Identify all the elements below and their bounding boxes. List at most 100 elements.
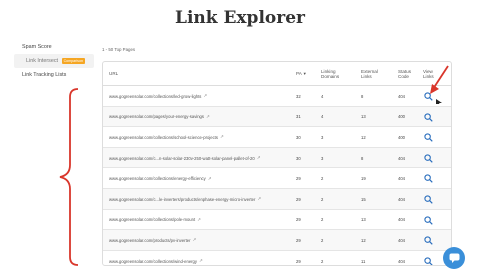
table-row: www.gogreensolar.com/collections/school-…	[103, 127, 451, 148]
url-link[interactable]: www.gogreensolar.com/collections/led-gro…	[109, 94, 201, 99]
url-cell[interactable]: www.gogreensolar.com/pages/your-energy-s…	[109, 107, 210, 128]
comparison-badge: Comparison	[61, 57, 85, 64]
status-code-cell: 404	[398, 93, 405, 99]
url-link[interactable]: www.gogreensolar.com/collections/energy-…	[109, 176, 206, 181]
annotation-bracket	[59, 88, 79, 266]
pa-cell: 29	[296, 196, 301, 202]
external-links-cell: 11	[361, 258, 366, 264]
header-pa[interactable]: PA ▼	[296, 62, 307, 86]
page-title: Link Explorer	[175, 8, 305, 28]
external-link-icon[interactable]: ↗	[220, 134, 224, 140]
table-row: www.gogreensolar.com/c...n-solar-solar-2…	[103, 147, 451, 169]
search-icon[interactable]	[424, 236, 433, 245]
external-link-icon[interactable]: ↗	[257, 196, 261, 202]
external-link-icon[interactable]: ↗	[197, 217, 201, 223]
sidebar-item-label: Link Intersect	[26, 58, 59, 64]
url-cell[interactable]: www.gogreensolar.com/products/pv-inverte…	[109, 230, 196, 251]
status-code-cell: 404	[398, 217, 405, 223]
status-code-cell: 404	[398, 237, 405, 243]
top-pages-table: URL PA ▼ Linking Domains External Links …	[102, 61, 452, 266]
results-range: 1 - 50	[102, 47, 114, 52]
url-link[interactable]: www.gogreensolar.com/c...le-inverters/pr…	[109, 197, 255, 202]
table-row: www.gogreensolar.com/collections/led-gro…	[103, 86, 451, 107]
pa-cell: 29	[296, 217, 301, 223]
cursor-icon	[436, 99, 442, 104]
url-cell[interactable]: www.gogreensolar.com/collections/wind-en…	[109, 251, 203, 265]
external-link-icon[interactable]: ↗	[257, 155, 261, 161]
external-link-icon[interactable]: ↗	[208, 176, 212, 182]
search-icon[interactable]	[424, 195, 433, 204]
external-link-icon[interactable]: ↗	[203, 93, 207, 99]
pa-cell: 31	[296, 114, 301, 120]
linking-domains-cell: 2	[321, 176, 324, 182]
search-icon[interactable]	[424, 112, 433, 122]
header-pa-label: PA	[296, 71, 302, 77]
external-links-cell: 13	[361, 217, 366, 223]
status-code-cell: 404	[398, 258, 405, 264]
linking-domains-cell: 3	[321, 134, 324, 140]
status-code-cell: 400	[398, 114, 405, 120]
chat-icon	[449, 253, 459, 263]
status-code-cell: 404	[398, 155, 405, 161]
url-cell[interactable]: www.gogreensolar.com/collections/pole-mo…	[109, 210, 201, 231]
external-links-cell: 12	[361, 134, 366, 140]
results-count: 1 - 50 Top Pages	[102, 47, 135, 52]
sidebar-item-label: Link Tracking Lists	[22, 72, 67, 78]
pa-cell: 32	[296, 93, 301, 99]
url-link[interactable]: www.gogreensolar.com/products/pv-inverte…	[109, 238, 190, 243]
linking-domains-cell: 3	[321, 155, 324, 161]
linking-domains-cell: 2	[321, 237, 324, 243]
search-icon[interactable]	[424, 174, 433, 184]
sidebar: Spam Score Link Intersect Comparison Lin…	[14, 38, 94, 82]
header-external-links[interactable]: External Links	[361, 62, 387, 86]
url-link[interactable]: www.gogreensolar.com/collections/wind-en…	[109, 259, 197, 264]
linking-domains-cell: 4	[321, 114, 324, 120]
external-link-icon[interactable]: ↗	[192, 237, 196, 243]
url-link[interactable]: www.gogreensolar.com/collections/pole-mo…	[109, 217, 195, 222]
external-links-cell: 12	[361, 237, 366, 243]
search-icon[interactable]	[424, 215, 433, 225]
url-link[interactable]: www.gogreensolar.com/collections/school-…	[109, 135, 218, 140]
table-body: www.gogreensolar.com/collections/led-gro…	[103, 86, 451, 266]
table-row: www.gogreensolar.com/pages/your-energy-s…	[103, 106, 451, 128]
search-icon[interactable]	[424, 154, 433, 163]
chat-button[interactable]	[443, 247, 465, 269]
sidebar-item-link-tracking-lists[interactable]: Link Tracking Lists	[14, 68, 94, 82]
table-row: www.gogreensolar.com/c...le-inverters/pr…	[103, 188, 451, 210]
linking-domains-cell: 2	[321, 258, 324, 264]
table-row: www.gogreensolar.com/products/pv-inverte…	[103, 230, 451, 251]
sidebar-item-spam-score[interactable]: Spam Score	[14, 40, 94, 54]
linking-domains-cell: 2	[321, 196, 324, 202]
external-links-cell: 15	[361, 196, 366, 202]
external-links-cell: 8	[361, 155, 364, 161]
header-url[interactable]: URL	[109, 62, 118, 86]
pa-cell: 29	[296, 237, 301, 243]
status-code-cell: 400	[398, 134, 405, 140]
table-header: URL PA ▼ Linking Domains External Links …	[103, 62, 451, 86]
pa-cell: 30	[296, 155, 301, 161]
url-cell[interactable]: www.gogreensolar.com/collections/school-…	[109, 127, 224, 148]
url-link[interactable]: www.gogreensolar.com/pages/your-energy-s…	[109, 114, 204, 119]
search-icon[interactable]	[424, 257, 433, 266]
url-cell[interactable]: www.gogreensolar.com/collections/energy-…	[109, 168, 212, 189]
sidebar-item-link-intersect[interactable]: Link Intersect Comparison	[14, 54, 94, 68]
status-code-cell: 404	[398, 196, 405, 202]
header-linking-domains[interactable]: Linking Domains	[321, 62, 351, 86]
url-link[interactable]: www.gogreensolar.com/c...n-solar-solar-2…	[109, 156, 255, 161]
external-link-icon[interactable]: ↗	[206, 114, 210, 120]
pa-cell: 29	[296, 176, 301, 182]
sort-down-icon: ▼	[302, 70, 307, 76]
table-row: www.gogreensolar.com/collections/pole-mo…	[103, 210, 451, 231]
external-link-icon[interactable]: ↗	[199, 258, 203, 264]
search-icon[interactable]	[424, 133, 433, 142]
header-status-code[interactable]: Status Code	[398, 62, 418, 86]
table-row: www.gogreensolar.com/collections/wind-en…	[103, 251, 451, 266]
url-cell[interactable]: www.gogreensolar.com/collections/led-gro…	[109, 86, 207, 107]
linking-domains-cell: 4	[321, 93, 324, 99]
external-links-cell: 8	[361, 93, 364, 99]
url-cell[interactable]: www.gogreensolar.com/c...n-solar-solar-2…	[109, 148, 261, 169]
pa-cell: 29	[296, 258, 301, 264]
external-links-cell: 19	[361, 176, 366, 182]
url-cell[interactable]: www.gogreensolar.com/c...le-inverters/pr…	[109, 189, 261, 210]
status-code-cell: 404	[398, 176, 405, 182]
